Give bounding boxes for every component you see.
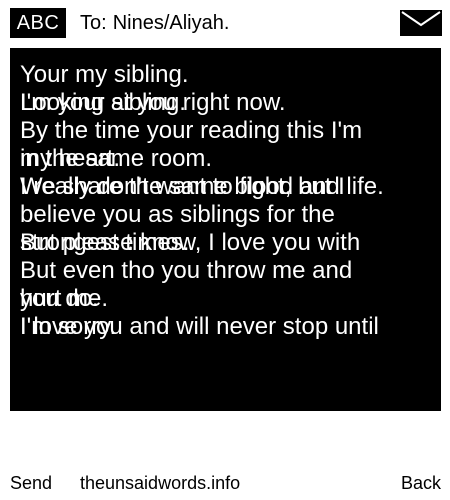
input-mode-badge[interactable]: ABC xyxy=(10,8,66,38)
message-line: I'm your sibling. xyxy=(20,89,186,116)
message-line xyxy=(20,117,384,145)
send-softkey[interactable]: Send xyxy=(10,470,52,496)
back-softkey[interactable]: Back xyxy=(401,470,441,496)
message-body[interactable]: Your my sibling. Looking at you right no… xyxy=(10,48,441,411)
recipient-name: Nines/Aliyah. xyxy=(112,12,230,34)
message-line: hurt me. xyxy=(20,285,109,312)
message-line: I love you and will never stop until xyxy=(20,313,379,340)
message-line: We share the same blood and life. xyxy=(20,173,384,200)
message-text-overlap-layer: I'm your sibling. my heart. We share the… xyxy=(20,89,384,341)
header-bar: ABC To: Nines/Aliyah. xyxy=(0,0,450,48)
message-line: my heart. xyxy=(20,145,121,172)
message-line: Your my sibling. xyxy=(20,61,189,88)
site-url: theunsaidwords.info xyxy=(80,473,241,493)
message-line: But please know, I love you with xyxy=(20,229,361,256)
recipient-line: To: Nines/Aliyah. xyxy=(80,10,229,36)
message-line xyxy=(20,257,384,285)
message-line xyxy=(20,201,384,229)
envelope-icon[interactable] xyxy=(400,10,442,36)
softkey-bar: Send theunsaidwords.info Back xyxy=(0,470,450,498)
to-label: To: xyxy=(80,12,107,34)
